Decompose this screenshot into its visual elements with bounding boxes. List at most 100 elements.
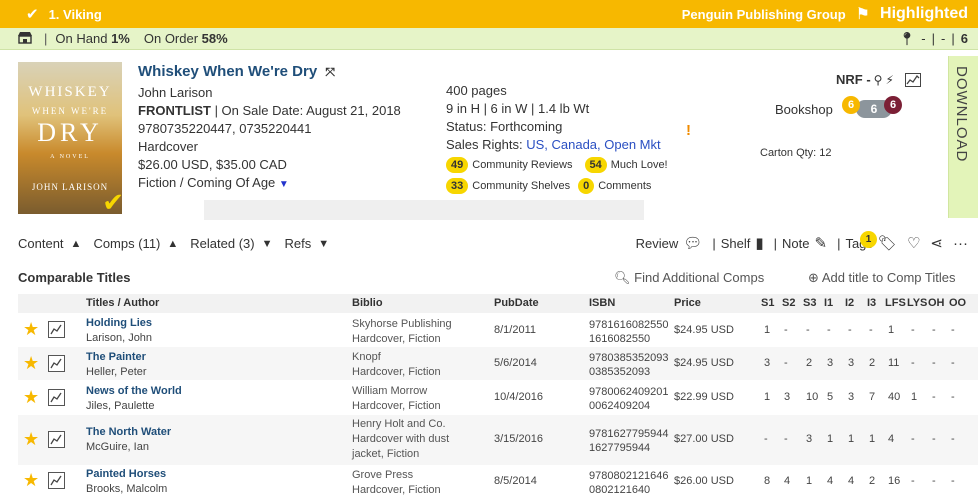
comp-biblio-line: Hardcover with dust xyxy=(352,433,450,445)
col-i3[interactable]: I3 xyxy=(867,297,876,309)
add-comp-button[interactable]: ⊕ Add title to Comp Titles xyxy=(808,270,955,286)
check-icon[interactable]: ✔ xyxy=(26,5,39,23)
comp-biblio: William Morrow Hardcover, Fiction xyxy=(352,384,441,414)
comp-stat: 7 xyxy=(869,391,876,403)
shelf-label: Shelf xyxy=(720,235,751,251)
table-row[interactable]: ★ Holding Lies Larison, John Skyhorse Publi… xyxy=(18,314,978,346)
comp-author: Brooks, Malcolm xyxy=(86,483,168,495)
col-price[interactable]: Price xyxy=(674,297,701,309)
star-icon[interactable]: ★ xyxy=(23,353,39,374)
expand-icon[interactable]: ⤧ xyxy=(325,65,335,79)
chart-icon[interactable] xyxy=(48,321,65,338)
highlighted-label[interactable]: Highlighted xyxy=(880,5,968,23)
comp-title[interactable]: The North Water xyxy=(86,426,171,438)
shelves-label[interactable]: Community Shelves xyxy=(472,180,570,192)
publisher-label[interactable]: Penguin Publishing Group xyxy=(682,7,846,22)
chart-icon[interactable] xyxy=(48,431,65,448)
shelf-button[interactable]: | Shelf ▮ xyxy=(712,234,763,252)
comp-isbn10: 0385352093 xyxy=(589,366,651,378)
comp-stat: 3 xyxy=(784,391,791,403)
star-icon[interactable]: ★ xyxy=(23,387,39,408)
chart-icon[interactable] xyxy=(904,72,921,87)
comps-table-header: Titles / Author Biblio PubDate ISBN Pric… xyxy=(18,294,978,313)
star-icon[interactable]: ★ xyxy=(23,470,39,491)
share-button[interactable]: ⋖ xyxy=(930,234,943,252)
flag-icon[interactable]: ⚑ xyxy=(856,4,870,24)
comp-title[interactable]: The Painter xyxy=(86,351,146,363)
on-order-value: 58% xyxy=(201,31,228,46)
comp-isbn10: 1616082550 xyxy=(589,333,651,345)
book-cover[interactable]: WHISKEY WHEN WE'RE DRY A NOVEL JOHN LARI… xyxy=(18,62,122,214)
chart-icon[interactable] xyxy=(48,389,65,406)
comp-title[interactable]: Painted Horses xyxy=(86,468,166,480)
comments-count[interactable]: 0 xyxy=(578,178,595,194)
review-button[interactable]: Review 💬︎ xyxy=(636,234,703,252)
book-author[interactable]: John Larison xyxy=(138,84,401,102)
bookshop-label[interactable]: Bookshop xyxy=(775,102,833,117)
store-icon[interactable] xyxy=(18,31,32,47)
col-pubdate[interactable]: PubDate xyxy=(494,297,539,309)
nrf-indicator[interactable]: NRF - ⚲ ⚡︎ xyxy=(836,72,921,87)
book-title-text[interactable]: Whiskey When We're Dry xyxy=(138,63,317,80)
tab-comps[interactable]: Comps (11) ▲ xyxy=(93,236,178,251)
col-lfs[interactable]: LFS xyxy=(885,297,906,309)
comp-price: $24.95 USD xyxy=(674,324,734,336)
love-count[interactable]: 54 xyxy=(584,157,607,173)
comp-stat: - xyxy=(932,433,936,445)
table-row[interactable]: ★ Painted Horses Brooks, Malcolm Grove Pres… xyxy=(18,466,978,496)
comp-isbn: 9781627795944 1627795944 xyxy=(589,427,669,455)
comp-isbn10: 1627795944 xyxy=(589,442,651,454)
shelves-count[interactable]: 33 xyxy=(446,178,469,194)
add-comp-label: Add title to Comp Titles xyxy=(821,270,956,285)
badge-left: 6 xyxy=(842,96,860,114)
col-s2[interactable]: S2 xyxy=(782,297,795,309)
book-title[interactable]: Whiskey When We're Dry ⤧ xyxy=(138,63,335,80)
col-isbn[interactable]: ISBN xyxy=(589,297,615,309)
star-icon[interactable]: ★ xyxy=(23,429,39,450)
category-dropdown-icon[interactable]: ▼ xyxy=(279,179,289,190)
action-bar: Review 💬︎ | Shelf ▮ | Note ✎ | Tags 🏷︎ ♡ ⋖ ·… xyxy=(626,234,968,253)
favorite-button[interactable]: ♡ xyxy=(907,234,920,252)
note-label: Note xyxy=(782,235,810,251)
reviews-count[interactable]: 49 xyxy=(446,157,469,173)
col-oo[interactable]: OO xyxy=(949,297,966,309)
comp-title[interactable]: News of the World xyxy=(86,385,182,397)
tab-related[interactable]: Related (3) ▼ xyxy=(190,236,272,251)
col-s3[interactable]: S3 xyxy=(803,297,816,309)
share-icon: ⋖ xyxy=(930,235,943,252)
col-biblio[interactable]: Biblio xyxy=(352,297,383,309)
chart-icon[interactable] xyxy=(48,355,65,372)
comp-stat: 1 xyxy=(806,475,813,487)
download-button[interactable]: DOWNLOAD xyxy=(948,56,978,218)
love-label[interactable]: Much Love! xyxy=(611,159,668,171)
note-button[interactable]: | Note ✎ xyxy=(774,234,827,252)
tab-refs[interactable]: Refs ▼ xyxy=(284,236,329,251)
sales-rights-link[interactable]: US, Canada, Open Mkt xyxy=(526,137,660,152)
cover-title-mid: WHEN WE'RE xyxy=(31,106,109,116)
reviews-label[interactable]: Community Reviews xyxy=(472,159,572,171)
more-button[interactable]: ··· xyxy=(953,235,968,252)
col-i1[interactable]: I1 xyxy=(824,297,833,309)
col-title[interactable]: Titles / Author xyxy=(86,297,159,309)
location-summary[interactable]: 📍︎ - | - | 6 xyxy=(899,31,968,47)
book-info: John Larison FRONTLIST | On Sale Date: A… xyxy=(138,84,401,194)
col-lys[interactable]: LYS xyxy=(907,297,927,309)
col-i2[interactable]: I2 xyxy=(845,297,854,309)
warning-icon[interactable]: ! xyxy=(686,122,691,139)
table-row[interactable]: ★ The North Water McGuire, Ian Henry Holt a… xyxy=(18,415,978,465)
find-comps-button[interactable]: 🔍︎ Find Additional Comps xyxy=(614,270,764,286)
table-row[interactable]: ★ The Painter Heller, Peter Knopf Hardcover,… xyxy=(18,347,978,380)
chart-icon[interactable] xyxy=(48,472,65,489)
star-icon[interactable]: ★ xyxy=(23,319,39,340)
comp-stat: - xyxy=(932,391,936,403)
table-row[interactable]: ★ News of the World Jiles, Paulette William… xyxy=(18,381,978,414)
tab-content[interactable]: Content ▲ xyxy=(18,236,81,251)
col-oh[interactable]: OH xyxy=(928,297,945,309)
loc-value-2: - xyxy=(941,31,946,46)
bookshop-badges[interactable]: 6 6 6 xyxy=(842,96,902,118)
comp-biblio-line: Henry Holt and Co. xyxy=(352,418,446,430)
comp-title[interactable]: Holding Lies xyxy=(86,317,152,329)
comments-label[interactable]: Comments xyxy=(598,180,651,192)
comp-stat: - xyxy=(784,357,788,369)
col-s1[interactable]: S1 xyxy=(761,297,774,309)
